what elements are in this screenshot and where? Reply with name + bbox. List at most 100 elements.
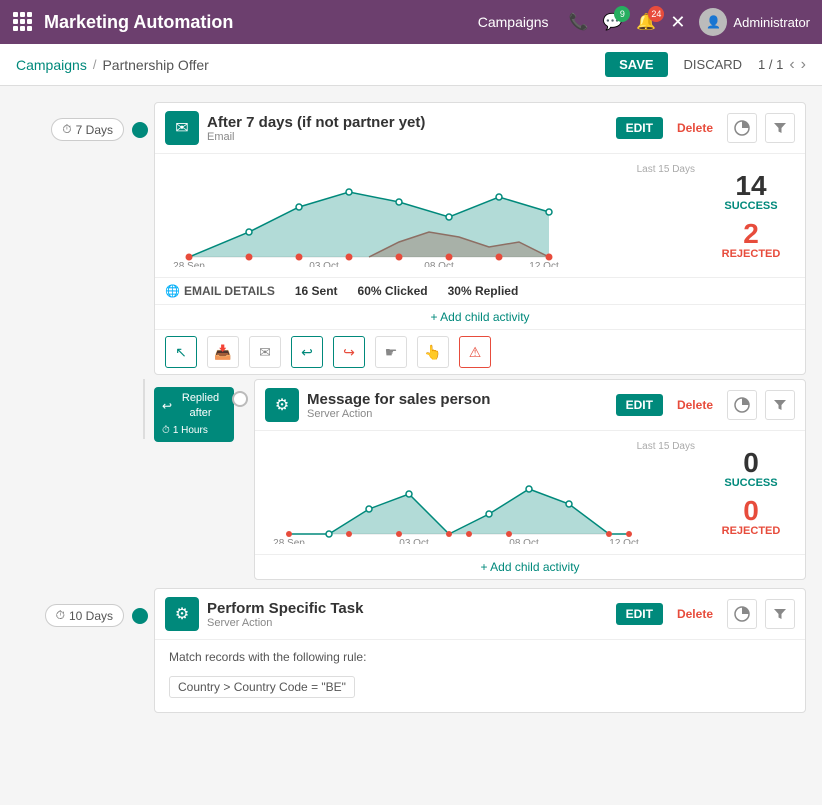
activity1-card-wrapper: ✉ After 7 days (if not partner yet) Emai… <box>154 102 806 375</box>
activity3-dot <box>132 608 148 624</box>
email-details-label: 🌐 EMAIL DETAILS <box>165 284 275 298</box>
activity3-row: ⏱ 10 Days ⚙ Perform Specific Task Server… <box>16 588 806 713</box>
reply-badge: ↩ Replied after ⏱ 1 Hours <box>154 387 234 442</box>
clock-icon-small: ⏱ <box>162 424 170 438</box>
activity3-filter-button[interactable] <box>765 599 795 629</box>
activity1-email-icon: ✉ <box>165 111 199 145</box>
activity2-chart: Last 15 Days <box>269 441 695 544</box>
activity2-branch-dot-section <box>234 379 254 407</box>
email-details-row: 🌐 EMAIL DETAILS 16 Sent 60% Clicked 30% … <box>155 277 805 304</box>
add-child-activity2[interactable]: + Add child activity <box>255 554 805 579</box>
activity1-left: ⏱ 7 Days <box>16 102 134 141</box>
user-avatar: 👤 <box>699 8 727 36</box>
activity1-success-number: 14 SUCCESS <box>711 172 791 212</box>
user-name: Administrator <box>733 15 810 30</box>
clock-icon-3: ⏱ <box>56 608 65 623</box>
activity1-chart: Last 15 Days <box>169 164 695 267</box>
activity1-chart-label: Last 15 Days <box>169 164 695 175</box>
activity2-rejected: 0 REJECTED <box>711 497 791 537</box>
activity3-edit-button[interactable]: EDIT <box>616 603 663 625</box>
activity3-left: ⏱ 10 Days <box>16 588 134 627</box>
svg-text:03 Oct: 03 Oct <box>399 538 429 544</box>
svg-text:08 Oct: 08 Oct <box>509 538 539 544</box>
activity2-card-header: ⚙ Message for sales person Server Action… <box>255 380 805 431</box>
activity3-title: Perform Specific Task <box>207 600 608 617</box>
app-title: Marketing Automation <box>44 12 458 33</box>
activity2-delete-button[interactable]: Delete <box>671 394 719 416</box>
pie-chart-icon-3 <box>734 606 750 622</box>
activity1-delete-button[interactable]: Delete <box>671 117 719 139</box>
breadcrumb: Campaigns / Partnership Offer <box>16 57 209 73</box>
add-child-activity1[interactable]: + Add child activity <box>155 304 805 329</box>
activity1-chart-button[interactable] <box>727 113 757 143</box>
activity2-edit-button[interactable]: EDIT <box>616 394 663 416</box>
close-icon[interactable]: ✕ <box>670 12 685 33</box>
reply-return-activity-btn[interactable]: ↪ <box>333 336 365 368</box>
discard-button[interactable]: DISCARD <box>676 52 751 77</box>
cursor-activity-btn[interactable]: ↖ <box>165 336 197 368</box>
activity1-rejected-number: 2 REJECTED <box>711 220 791 260</box>
reply-label: ↩ Replied after <box>162 391 226 422</box>
next-button[interactable]: › <box>801 56 806 74</box>
activity3-chart-button[interactable] <box>727 599 757 629</box>
activity1-days-badge: ⏱ 7 Days <box>51 118 124 141</box>
activity1-edit-button[interactable]: EDIT <box>616 117 663 139</box>
activity2-stats: 0 SUCCESS 0 REJECTED <box>711 441 791 544</box>
activity1-row: ⏱ 7 Days ✉ After 7 days (if not partner … <box>16 102 806 375</box>
clock-icon: ⏱ <box>62 122 71 137</box>
user-menu[interactable]: 👤 Administrator <box>699 8 810 36</box>
warning-activity-btn[interactable]: ⚠ <box>459 336 491 368</box>
reply-arrow-icon: ↩ <box>162 398 172 415</box>
inbox-activity-btn[interactable]: 📥 <box>207 336 239 368</box>
svg-text:08 Oct: 08 Oct <box>424 261 454 267</box>
topnav-campaigns-link[interactable]: Campaigns <box>478 14 549 30</box>
activity3-filter-rule: Country > Country Code = "BE" <box>169 676 355 698</box>
activity2-branch-dot <box>232 391 248 407</box>
svg-text:03 Oct: 03 Oct <box>309 261 339 267</box>
activity-icon[interactable]: 🔔 24 <box>636 12 656 32</box>
breadcrumb-campaigns[interactable]: Campaigns <box>16 57 87 73</box>
activity1-title-block: After 7 days (if not partner yet) Email <box>207 114 608 143</box>
activity1-filter-button[interactable] <box>765 113 795 143</box>
pie-chart-icon-2 <box>734 397 750 413</box>
activity1-chart-area: Last 15 Days <box>155 154 805 277</box>
reply-branch-row: ↩ Replied after ⏱ 1 Hours ⚙ <box>16 379 806 580</box>
reply-branch-content: ↩ Replied after ⏱ 1 Hours ⚙ <box>154 379 806 580</box>
activity3-body: Match records with the following rule: C… <box>155 640 805 712</box>
phone-icon[interactable]: 📞 <box>569 12 589 32</box>
activity3-card-header: ⚙ Perform Specific Task Server Action ED… <box>155 589 805 640</box>
activity3-subtitle: Server Action <box>207 617 608 629</box>
activity3-title-block: Perform Specific Task Server Action <box>207 600 608 629</box>
pagination-text: 1 / 1 <box>758 57 783 72</box>
save-button[interactable]: SAVE <box>605 52 667 77</box>
reply-left-activity-btn[interactable]: ↩ <box>291 336 323 368</box>
activity3-card-wrapper: ⚙ Perform Specific Task Server Action ED… <box>154 588 806 713</box>
breadcrumb-current: Partnership Offer <box>102 57 208 73</box>
activity3-dot-section <box>134 588 154 624</box>
activity2-chart-area: Last 15 Days <box>255 431 805 554</box>
hand-activity-btn[interactable]: ☛ <box>375 336 407 368</box>
activity1-card-header: ✉ After 7 days (if not partner yet) Emai… <box>155 103 805 154</box>
filter-icon-2 <box>773 398 787 412</box>
activity2-chart-label: Last 15 Days <box>269 441 695 452</box>
activity2-success: 0 SUCCESS <box>711 449 791 489</box>
prev-button[interactable]: ‹ <box>789 56 794 74</box>
email-sent-stat: 16 Sent <box>295 284 338 298</box>
main-content: ⏱ 7 Days ✉ After 7 days (if not partner … <box>0 86 822 729</box>
hand-point-activity-btn[interactable]: 👆 <box>417 336 449 368</box>
filter-icon-3 <box>773 607 787 621</box>
email-replied-stat: 30% Replied <box>448 284 519 298</box>
topnav: Marketing Automation Campaigns 📞 💬 9 🔔 2… <box>0 0 822 44</box>
breadcrumb-actions: SAVE DISCARD 1 / 1 ‹ › <box>605 52 806 77</box>
activity1-days-label: 7 Days <box>76 123 113 137</box>
activity-icons-row: ↖ 📥 ✉ ↩ ↪ ☛ 👆 ⚠ <box>155 329 805 374</box>
activity2-chart-button[interactable] <box>727 390 757 420</box>
envelope-activity-btn[interactable]: ✉ <box>249 336 281 368</box>
activity3-delete-button[interactable]: Delete <box>671 603 719 625</box>
activity2-filter-button[interactable] <box>765 390 795 420</box>
chat-icon[interactable]: 💬 9 <box>602 12 622 32</box>
email-clicked-stat: 60% Clicked <box>358 284 428 298</box>
filter-icon <box>773 121 787 135</box>
grid-menu-icon[interactable] <box>12 11 32 34</box>
reply-hours: ⏱ 1 Hours <box>162 424 226 438</box>
